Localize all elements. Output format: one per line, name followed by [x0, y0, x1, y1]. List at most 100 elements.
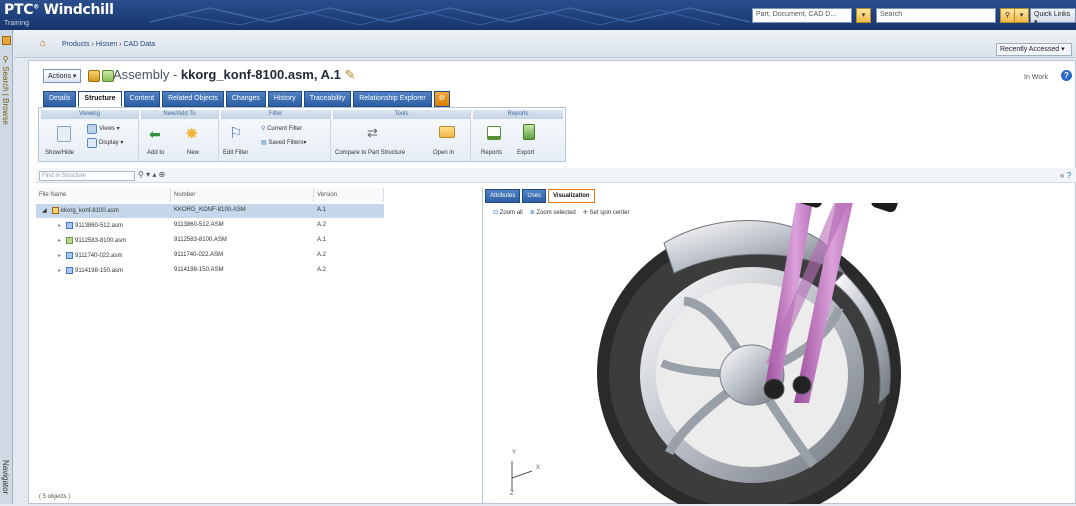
filter-group: Filter ⚐ Edit Filter ⚲ Current Filter ▤ … [221, 110, 331, 161]
axle-nut [763, 378, 785, 400]
zoom-all-icon: ⊡ [493, 210, 499, 216]
assembly-icon [88, 70, 100, 82]
collapse-panel-icon[interactable]: « [1060, 171, 1064, 180]
quick-links-menu[interactable]: Quick Links ▾ [1030, 8, 1076, 26]
display-button[interactable]: Display ▾ [99, 139, 123, 146]
compare-icon[interactable]: ⇄ [367, 125, 378, 141]
actions-button[interactable]: Actions ▾ [43, 69, 82, 83]
search-icon[interactable]: ⚲ [1000, 8, 1015, 23]
saved-filters-button[interactable]: ▤ Saved Filters▾ [261, 139, 306, 146]
filter-icon[interactable]: ▾ [146, 170, 150, 179]
find-in-structure-input[interactable]: Find in Structure [39, 171, 135, 181]
table-row[interactable]: ▸ 9113860-512.asm 9113860-512.ASM A.2 [36, 219, 384, 233]
axis-x-label: X [536, 465, 541, 471]
search-input[interactable]: Search [876, 8, 996, 23]
cad-document-icon [66, 237, 73, 244]
new-icon[interactable]: ✸ [185, 124, 198, 144]
collapse-icon[interactable]: ▸ [58, 252, 61, 259]
current-filter-button[interactable]: ⚲ Current Filter [261, 125, 302, 132]
collapse-icon[interactable]: ▸ [58, 222, 61, 229]
navigator-tab[interactable]: Navigator [1, 460, 10, 494]
home-icon[interactable]: ⌂ [40, 38, 46, 49]
tab-changes[interactable]: Changes [225, 91, 266, 107]
add-to-icon[interactable]: ⬅ [149, 126, 161, 143]
file-name: kkorg_konf-8100.asm [61, 208, 119, 215]
panel-help-icon[interactable]: ? [1067, 171, 1071, 180]
compare-to-part-structure-button[interactable]: Compare to Part Structure [335, 150, 405, 156]
add-tab-icon[interactable]: ⚙ [433, 91, 450, 107]
3d-viewport[interactable]: Y X Z [484, 83, 1076, 506]
cad-document-icon [66, 252, 73, 259]
help-icon[interactable]: ? [1061, 70, 1072, 81]
search-browse-tab[interactable]: ⚲ Search | Browse [1, 55, 10, 125]
reports-button[interactable]: Reports [481, 150, 502, 156]
add-to-button[interactable]: Add to [147, 150, 164, 156]
windchill-logo: PTC® Windchill [4, 2, 114, 18]
expand-icon[interactable]: ◢ [42, 207, 47, 214]
tools-group: Tools ⇄ Compare to Part Structure Open i… [333, 110, 471, 161]
table-row[interactable]: ▸ 9111740-022.asm 9111740-022.ASM A.2 [36, 249, 384, 263]
edit-filter-icon[interactable]: ⚐ [229, 124, 242, 142]
assembly-icon [52, 207, 59, 214]
column-header-version[interactable]: Version [314, 188, 384, 202]
tab-uses[interactable]: Uses [522, 189, 547, 203]
file-name: 9114198-150.asm [75, 268, 123, 275]
table-row[interactable]: ◢ kkorg_konf-8100.asm KKORG_KONF-8100.AS… [36, 204, 384, 218]
reports-icon[interactable] [487, 126, 501, 140]
version: A.2 [317, 267, 327, 273]
page-title: Assembly - kkorg_konf-8100.asm, A.1 ✎ [113, 67, 356, 82]
collapse-icon[interactable]: ▸ [58, 267, 61, 274]
tab-visualization[interactable]: Visualization [548, 189, 595, 203]
axis-triad-icon [511, 461, 533, 491]
tab-content[interactable]: Content [123, 91, 161, 107]
part-number: 9111740-022.ASM [174, 252, 224, 258]
table-row[interactable]: ▸ 9114198-150.asm 9114198-150.ASM A.2 [36, 264, 384, 278]
table-row[interactable]: ▸ 9112583-8100.asm 9112583-8100.ASM A.1 [36, 234, 384, 248]
header-subtitle: Training [4, 20, 30, 27]
tab-traceability[interactable]: Traceability [303, 91, 352, 107]
reports-group: Reports Reports Export [473, 110, 563, 161]
axis-z-label: Z [510, 491, 514, 497]
breadcrumb-bar: ⌂ Products › Hissen › CAD Data [14, 30, 1076, 58]
show-hide-icon[interactable] [57, 126, 71, 142]
zoom-all-button[interactable]: ⊡ Zoom all [493, 209, 523, 216]
search-type-dropdown-icon[interactable]: ▾ [856, 8, 871, 23]
tab-structure[interactable]: Structure [78, 91, 122, 107]
tab-related-objects[interactable]: Related Objects [162, 91, 224, 107]
open-in-button[interactable]: Open in [433, 150, 454, 156]
collapse-icon[interactable]: ▸ [58, 237, 61, 244]
zoom-selected-icon: ⊕ [529, 210, 535, 216]
new-button[interactable]: New [187, 150, 199, 156]
search-type-select[interactable]: Part, Document, CAD D... [752, 8, 852, 23]
tab-relationship-explorer[interactable]: Relationship Explorer [353, 91, 432, 107]
tab-details[interactable]: Details [43, 91, 77, 107]
edit-filter-button[interactable]: Edit Filter [223, 150, 248, 156]
part-number: 9112583-8100.ASM [174, 237, 227, 243]
group-title: Viewing [41, 110, 138, 119]
export-button[interactable]: Export [517, 150, 534, 156]
group-title: Reports [473, 110, 563, 119]
find-icon[interactable]: ⚲ [138, 170, 144, 179]
search-options-dropdown-icon[interactable]: ▾ [1014, 8, 1029, 23]
views-button[interactable]: Views ▾ [99, 125, 120, 132]
views-icon [87, 124, 97, 134]
column-header-number[interactable]: Number [171, 188, 314, 202]
open-in-icon[interactable] [439, 126, 455, 138]
tab-attributes[interactable]: Attributes [485, 189, 521, 203]
version: A.2 [317, 252, 327, 258]
expand-icon[interactable]: ⊕ [159, 170, 166, 179]
export-icon[interactable] [523, 124, 535, 140]
up-arrow-icon[interactable]: ▴ [152, 170, 156, 179]
object-count: ( 5 objects ) [39, 494, 71, 500]
collapse-icon[interactable] [2, 36, 11, 45]
show-hide-button[interactable]: Show/Hide [45, 150, 74, 156]
part-number: KKORG_KONF-8100.ASM [174, 207, 246, 213]
tab-history[interactable]: History [267, 91, 302, 107]
file-name: 9113860-512.asm [75, 223, 123, 230]
set-spin-center-button[interactable]: ✛ Set spin center [583, 209, 630, 216]
structure-toolbar: Viewing Show/Hide Views ▾ Display ▾ New/… [38, 107, 566, 162]
column-header-file-name[interactable]: File Name [36, 188, 171, 202]
recently-accessed-menu[interactable]: Recently Accessed ▾ [996, 43, 1072, 56]
breadcrumb[interactable]: Products › Hissen › CAD Data [62, 41, 155, 48]
zoom-selected-button[interactable]: ⊕ Zoom selected [530, 209, 576, 216]
